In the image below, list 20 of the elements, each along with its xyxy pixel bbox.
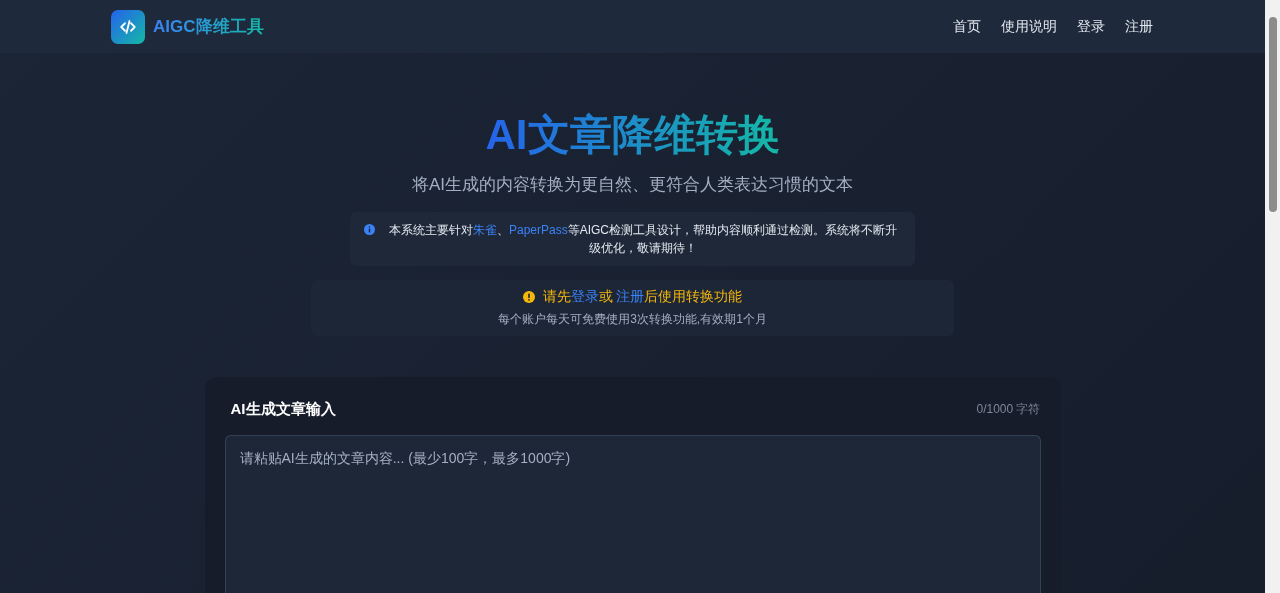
character-counter: 0/1000 字符 (976, 400, 1041, 418)
text-link[interactable]: PaperPass (508, 223, 568, 237)
notice-text: 本系统主要针对朱雀、PaperPass等AIGC检测工具设计，帮助内容顺利通过检测。系统将不断升级优化，敬请期待！ (387, 222, 898, 257)
nav-link[interactable]: 首页 (953, 17, 981, 36)
usage-note: 每个账户每天可免费使用3次转换功能,有效期1个月 (498, 311, 767, 328)
warning-icon (522, 291, 535, 303)
info-icon (364, 224, 375, 235)
code-logo-icon (111, 9, 145, 44)
brand-name: AIGC降维工具 (153, 15, 264, 38)
login-prompt-text: 请先登录或 注册后使用转换功能 (542, 288, 743, 306)
article-input-field[interactable]: 请粘贴AI生成的文章内容... (最少100字，最多1000字) (224, 435, 1041, 593)
nav-link[interactable]: 登录 (1077, 17, 1105, 36)
text-link[interactable]: 登录 (570, 288, 599, 304)
subtitle: 将AI生成的内容转换为更自然、更符合人类表达习惯的文本 (411, 174, 854, 196)
text-link[interactable]: 朱雀 (472, 223, 497, 237)
card-title: AI生成文章输入 (230, 399, 336, 419)
nav-link[interactable]: 注册 (1125, 17, 1153, 36)
scrollbar[interactable] (1265, 0, 1280, 593)
nav-link[interactable]: 使用说明 (1001, 17, 1057, 36)
text-link[interactable]: 注册 (616, 288, 645, 304)
